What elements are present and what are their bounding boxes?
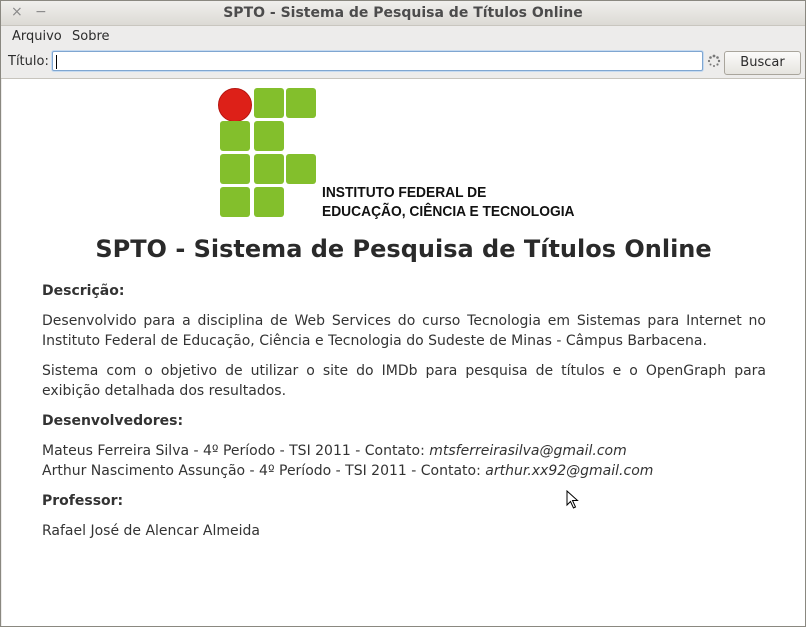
desenvolvedores-heading: Desenvolvedores: — [42, 413, 184, 429]
window-title: SPTO - Sistema de Pesquisa de Títulos On… — [223, 5, 583, 21]
about-content: INSTITUTO FEDERAL DE EDUCAÇÃO, CIÊNCIA E… — [2, 79, 805, 626]
developer-2-info: Arthur Nascimento Assunção - 4º Período … — [42, 463, 486, 479]
developer-2-email: arthur.xx92@gmail.com — [485, 463, 654, 479]
logo-text: INSTITUTO FEDERAL DE EDUCAÇÃO, CIÊNCIA E… — [322, 183, 574, 221]
title-label: Título: — [8, 54, 49, 69]
logo-square — [254, 187, 284, 217]
logo-square — [254, 88, 284, 118]
logo-square — [286, 88, 316, 118]
professor-heading: Professor: — [42, 493, 124, 509]
logo-line-2: EDUCAÇÃO, CIÊNCIA E TECNOLOGIA — [322, 203, 575, 220]
logo-square — [220, 121, 250, 151]
logo-square — [254, 154, 284, 184]
title-search-input[interactable] — [52, 51, 703, 71]
app-window: × − SPTO - Sistema de Pesquisa de Título… — [0, 0, 806, 627]
descricao-heading: Descrição: — [42, 283, 125, 299]
logo-square — [220, 187, 250, 217]
title-bar: × − SPTO - Sistema de Pesquisa de Título… — [1, 1, 805, 26]
menu-bar: Arquivo Sobre — [1, 26, 805, 48]
professor-name: Rafael José de Alencar Almeida — [42, 523, 260, 539]
developer-1: Mateus Ferreira Silva - 4º Período - TSI… — [42, 441, 766, 461]
institute-logo: INSTITUTO FEDERAL DE EDUCAÇÃO, CIÊNCIA E… — [218, 87, 598, 222]
menu-sobre[interactable]: Sobre — [72, 29, 110, 44]
menu-arquivo[interactable]: Arquivo — [12, 29, 62, 44]
descricao-paragraph-2: Sistema com o objetivo de utilizar o sit… — [42, 363, 766, 399]
logo-square — [254, 121, 284, 151]
search-toolbar: Título: Buscar — [1, 48, 805, 79]
descricao-paragraph-1: Desenvolvido para a disciplina de Web Se… — [42, 313, 766, 349]
mouse-pointer-icon — [566, 490, 579, 509]
logo-square — [286, 154, 316, 184]
page-title: SPTO - Sistema de Pesquisa de Títulos On… — [95, 235, 712, 263]
spinner-icon — [707, 54, 721, 67]
search-button[interactable]: Buscar — [724, 51, 801, 75]
logo-line-1: INSTITUTO FEDERAL DE — [322, 184, 487, 201]
logo-red-circle — [218, 88, 252, 122]
logo-square — [220, 154, 250, 184]
developer-1-info: Mateus Ferreira Silva - 4º Período - TSI… — [42, 443, 430, 459]
developer-2: Arthur Nascimento Assunção - 4º Período … — [42, 461, 766, 481]
developer-1-email: mtsferreirasilva@gmail.com — [429, 443, 627, 459]
text-cursor — [56, 55, 57, 69]
